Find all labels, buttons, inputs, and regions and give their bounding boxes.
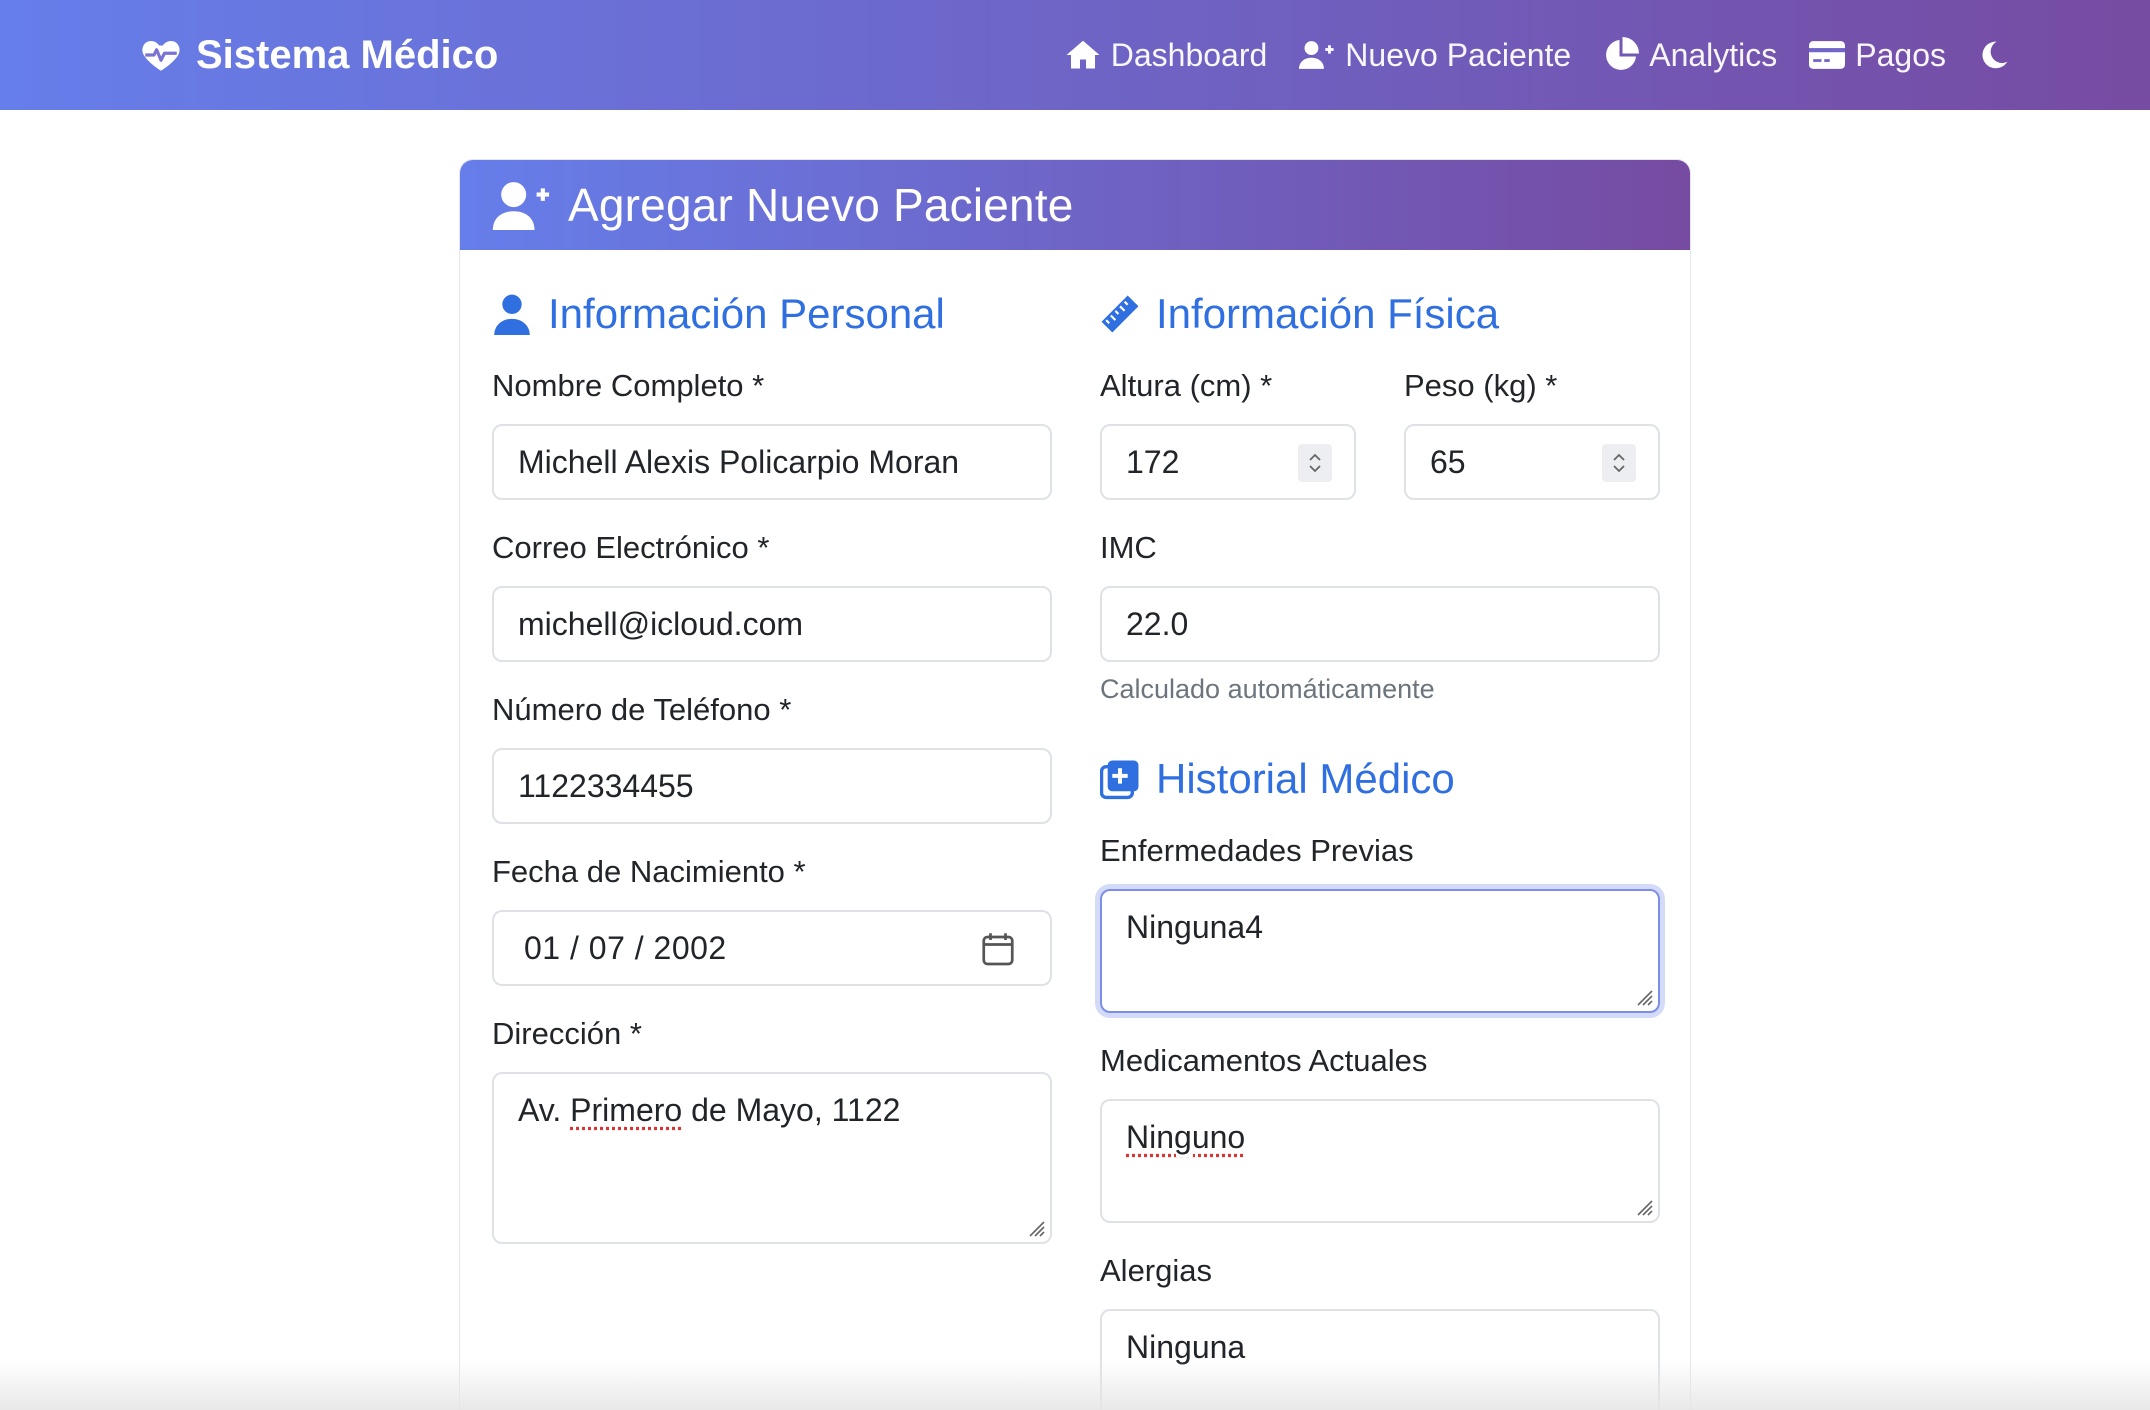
medications-textarea[interactable]: Ninguno (1100, 1099, 1660, 1223)
bmi-value: 22.0 (1126, 605, 1189, 642)
nav-links: Dashboard Nuevo Paciente Analytics Pagos (1065, 0, 2010, 110)
phone-input[interactable]: 1122334455 (492, 748, 1052, 824)
height-stepper[interactable] (1298, 444, 1332, 482)
notes-medical-icon (1100, 760, 1139, 800)
phone-value: 1122334455 (518, 767, 694, 804)
name-input[interactable]: Michell Alexis Policarpio Moran (492, 424, 1052, 500)
nav-analytics[interactable]: Analytics (1603, 37, 1777, 74)
email-label: Correo Electrónico * (492, 530, 770, 565)
address-value-prefix: Av. (518, 1092, 571, 1128)
chevron-down-icon[interactable] (1611, 463, 1627, 475)
email-field-group: Correo Electrónico * michell@icloud.com (492, 528, 1052, 662)
address-textarea[interactable]: Av. Primero de Mayo, 1122 (492, 1072, 1052, 1244)
weight-input[interactable]: 65 (1404, 424, 1660, 500)
weight-field-group: Peso (kg) * 65 (1404, 366, 1660, 500)
calendar-icon[interactable] (980, 930, 1016, 968)
name-value: Michell Alexis Policarpio Moran (518, 443, 960, 480)
nav-pagos-label: Pagos (1855, 36, 1946, 73)
physical-info-title: Información Física (1156, 290, 1500, 337)
resize-grip-icon[interactable] (1632, 985, 1654, 1007)
height-input[interactable]: 172 (1100, 424, 1356, 500)
diseases-label: Enfermedades Previas (1100, 833, 1414, 868)
birthdate-label: Fecha de Nacimiento * (492, 854, 806, 889)
weight-stepper[interactable] (1602, 444, 1636, 482)
bmi-field-group: IMC 22.0 Calculado automáticamente (1100, 528, 1660, 705)
height-value: 172 (1126, 443, 1180, 480)
phone-label: Número de Teléfono * (492, 692, 792, 727)
medical-history-title: Historial Médico (1156, 755, 1455, 802)
birthdate-value: 01 / 07 / 2002 (524, 929, 727, 966)
email-input[interactable]: michell@icloud.com (492, 586, 1052, 662)
theme-toggle-button[interactable] (1978, 39, 2010, 71)
personal-info-column: Información Personal Nombre Completo * M… (492, 284, 1052, 1272)
user-icon (494, 294, 530, 335)
diseases-value: Ninguna4 (1126, 909, 1263, 945)
resize-grip-icon[interactable] (1632, 1195, 1654, 1217)
diseases-textarea[interactable]: Ninguna4 (1100, 889, 1660, 1013)
navbar: Sistema Médico Dashboard Nuevo Paciente … (0, 0, 2150, 110)
address-value-suffix: de Mayo, 1122 (682, 1092, 901, 1128)
height-label: Altura (cm) * (1100, 368, 1273, 403)
nav-dashboard-label: Dashboard (1110, 36, 1268, 73)
moon-icon (1982, 41, 2008, 69)
viewport-bottom-edge (0, 1360, 2150, 1410)
weight-label: Peso (kg) * (1404, 368, 1558, 403)
allergies-label: Alergias (1100, 1253, 1212, 1288)
physical-info-column: Información Física Altura (cm) * 172 Pes… (1100, 284, 1660, 1410)
address-label: Dirección * (492, 1016, 642, 1051)
nav-nuevo-paciente-label: Nuevo Paciente (1345, 36, 1572, 73)
resize-grip-icon[interactable] (1024, 1216, 1046, 1238)
pie-chart-icon (1606, 37, 1640, 70)
physical-info-heading: Información Física (1100, 284, 1660, 344)
nav-nuevo-paciente[interactable]: Nuevo Paciente (1299, 37, 1571, 74)
medications-field-group: Medicamentos Actuales Ninguno (1100, 1041, 1660, 1223)
name-label: Nombre Completo * (492, 368, 765, 403)
new-patient-card: Agregar Nuevo Paciente Información Perso… (459, 159, 1691, 1410)
user-plus-icon (1299, 41, 1334, 69)
height-weight-row: Altura (cm) * 172 Peso (kg) * 65 (1100, 366, 1660, 528)
heart-pulse-icon (142, 41, 180, 71)
user-plus-icon (492, 182, 550, 230)
chevron-up-icon[interactable] (1307, 451, 1323, 463)
medications-value: Ninguno (1126, 1119, 1246, 1155)
diseases-field-group: Enfermedades Previas Ninguna4 (1100, 831, 1660, 1013)
bmi-input[interactable]: 22.0 (1100, 586, 1660, 662)
credit-card-icon (1809, 41, 1846, 69)
chevron-down-icon[interactable] (1307, 463, 1323, 475)
card-header: Agregar Nuevo Paciente (460, 160, 1690, 250)
address-field-group: Dirección * Av. Primero de Mayo, 1122 (492, 1014, 1052, 1244)
brand-label: Sistema Médico (196, 32, 499, 77)
brand-link[interactable]: Sistema Médico (140, 0, 498, 110)
bmi-help-text: Calculado automáticamente (1100, 674, 1435, 704)
bmi-label: IMC (1100, 530, 1157, 565)
phone-field-group: Número de Teléfono * 1122334455 (492, 690, 1052, 824)
nav-pagos[interactable]: Pagos (1809, 37, 1946, 74)
card-title: Agregar Nuevo Paciente (568, 179, 1074, 231)
nav-dashboard[interactable]: Dashboard (1065, 36, 1268, 74)
medical-history-heading: Historial Médico (1100, 749, 1660, 809)
ruler-icon (1101, 295, 1139, 333)
birthdate-input[interactable]: 01 / 07 / 2002 (492, 910, 1052, 986)
personal-info-title: Información Personal (548, 290, 945, 337)
address-value-spellcheck: Primero (570, 1092, 683, 1128)
email-value: michell@icloud.com (518, 605, 804, 642)
weight-value: 65 (1430, 443, 1466, 480)
birthdate-field-group: Fecha de Nacimiento * 01 / 07 / 2002 (492, 852, 1052, 986)
personal-info-heading: Información Personal (492, 284, 1052, 344)
home-icon (1066, 40, 1100, 69)
medications-label: Medicamentos Actuales (1100, 1043, 1428, 1078)
chevron-up-icon[interactable] (1611, 451, 1627, 463)
height-field-group: Altura (cm) * 172 (1100, 366, 1356, 500)
nav-analytics-label: Analytics (1649, 36, 1778, 73)
name-field-group: Nombre Completo * Michell Alexis Policar… (492, 366, 1052, 500)
